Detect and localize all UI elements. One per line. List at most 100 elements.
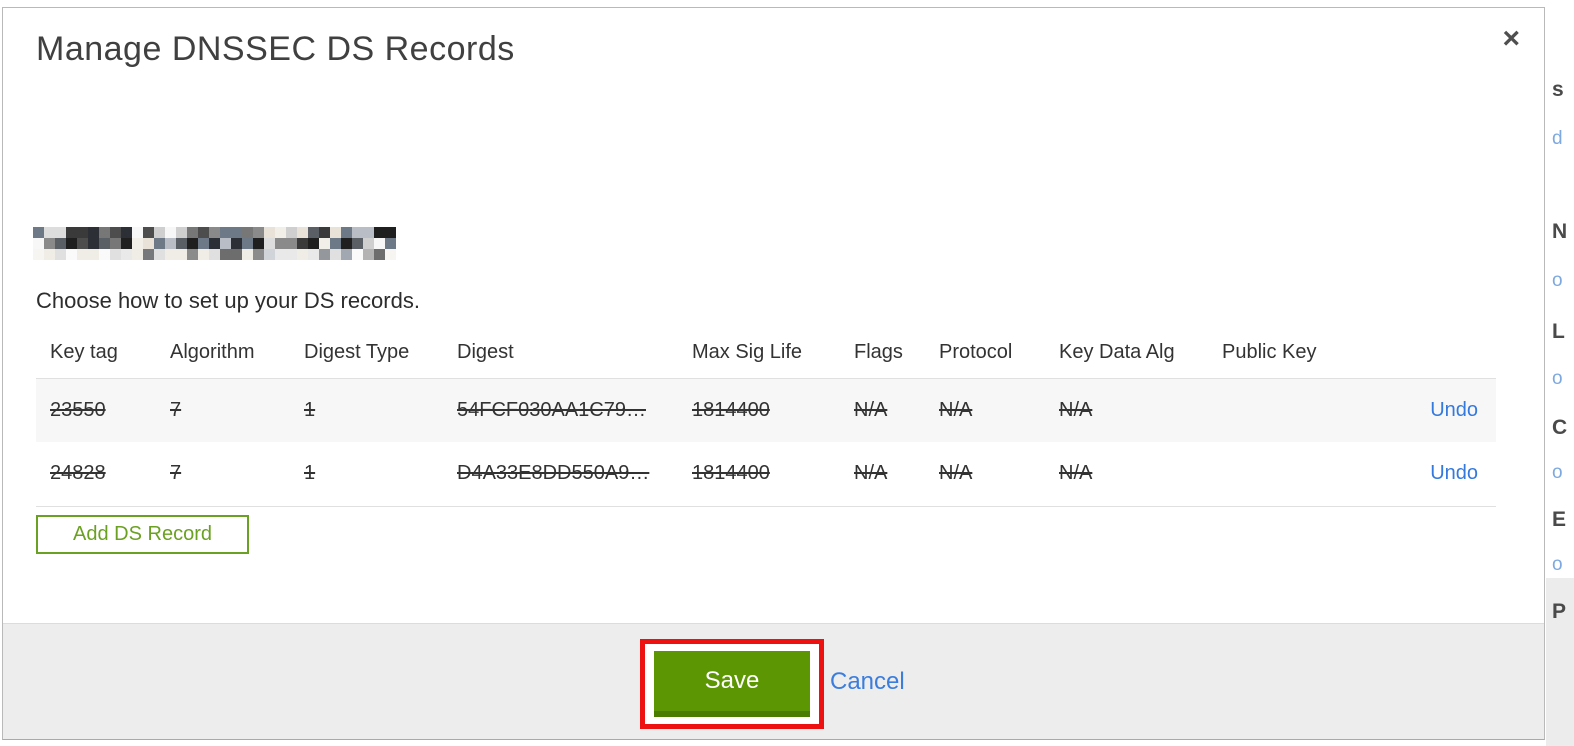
redaction-pixel: [319, 238, 330, 249]
redaction-pixel: [66, 249, 77, 260]
cell-digest: 54FCF030AA1C79…: [443, 378, 678, 442]
redaction-pixel: [352, 249, 363, 260]
redaction-pixel: [341, 238, 352, 249]
cell-protocol: N/A: [925, 378, 1045, 442]
redaction-pixel: [132, 249, 143, 260]
redaction-pixel: [110, 227, 121, 238]
redaction-pixel: [253, 249, 264, 260]
redaction-pixel: [363, 227, 374, 238]
redaction-pixel: [132, 227, 143, 238]
redaction-pixel: [88, 227, 99, 238]
redaction-pixel: [286, 227, 297, 238]
redaction-pixel: [33, 238, 44, 249]
redaction-pixel: [66, 227, 77, 238]
cell-algorithm: 7: [156, 442, 290, 507]
background-text-fragment: o: [1552, 554, 1563, 575]
redaction-pixel: [66, 238, 77, 249]
redaction-pixel: [99, 227, 110, 238]
redaction-pixel: [297, 227, 308, 238]
cell-key-data-alg: N/A: [1045, 442, 1208, 507]
undo-link[interactable]: Undo: [1430, 399, 1478, 421]
redaction-pixel: [165, 238, 176, 249]
cell-flags: N/A: [840, 378, 925, 442]
redaction-pixel: [242, 238, 253, 249]
col-header-algorithm: Algorithm: [156, 328, 290, 379]
col-header-digest-type: Digest Type: [290, 328, 443, 379]
redaction-pixel: [209, 238, 220, 249]
redaction-pixel: [88, 249, 99, 260]
redaction-pixel: [176, 249, 187, 260]
redaction-pixel: [220, 227, 231, 238]
redaction-pixel: [275, 249, 286, 260]
ds-records-table: Key tag Algorithm Digest Type Digest Max…: [36, 328, 1496, 507]
redaction-pixel: [363, 249, 374, 260]
cell-digest-type: 1: [290, 378, 443, 442]
cell-max-sig-life: 1814400: [678, 378, 840, 442]
redaction-pixel: [231, 249, 242, 260]
dialog-title: Manage DNSSEC DS Records: [36, 30, 515, 68]
cancel-link[interactable]: Cancel: [830, 668, 905, 696]
redaction-pixel: [99, 249, 110, 260]
redaction-pixel: [308, 238, 319, 249]
cell-public-key: [1208, 378, 1398, 442]
background-text-fragment: E: [1552, 508, 1567, 531]
redaction-pixel: [99, 238, 110, 249]
redaction-pixel: [33, 249, 44, 260]
redaction-pixel: [77, 249, 88, 260]
close-icon[interactable]: ×: [1502, 24, 1520, 54]
undo-link[interactable]: Undo: [1430, 462, 1478, 484]
redaction-pixel: [110, 238, 121, 249]
redaction-pixel: [264, 227, 275, 238]
redaction-pixel: [330, 238, 341, 249]
background-text-fragment: o: [1552, 270, 1563, 291]
save-button[interactable]: Save: [654, 651, 810, 717]
redaction-pixel: [121, 238, 132, 249]
redaction-pixel: [143, 227, 154, 238]
table-row: 24828 7 1 D4A33E8DD550A9… 1814400 N/A N/…: [36, 442, 1496, 507]
redaction-pixel: [77, 227, 88, 238]
cell-flags: N/A: [840, 442, 925, 507]
redaction-pixel: [176, 238, 187, 249]
redaction-pixel: [198, 238, 209, 249]
redaction-pixel: [44, 249, 55, 260]
redaction-pixel: [330, 227, 341, 238]
instruction-text: Choose how to set up your DS records.: [36, 288, 420, 313]
redaction-pixel: [385, 227, 396, 238]
background-page-strip: s d No Lo Co Eo P: [1546, 0, 1574, 746]
redaction-pixel: [198, 227, 209, 238]
redacted-domain-name: [33, 225, 396, 265]
redaction-pixel: [374, 249, 385, 260]
redaction-pixel: [341, 227, 352, 238]
redaction-pixel: [220, 249, 231, 260]
col-header-max-sig-life: Max Sig Life: [678, 328, 840, 379]
cell-protocol: N/A: [925, 442, 1045, 507]
redaction-pixel: [275, 227, 286, 238]
redaction-pixel: [55, 227, 66, 238]
redaction-pixel: [154, 227, 165, 238]
redaction-pixel: [253, 238, 264, 249]
add-ds-record-button[interactable]: Add DS Record: [36, 515, 249, 554]
redaction-pixel: [385, 249, 396, 260]
background-text-fragment: o: [1552, 462, 1563, 483]
cell-algorithm: 7: [156, 378, 290, 442]
redaction-pixel: [319, 227, 330, 238]
background-text-fragment: o: [1552, 368, 1563, 389]
manage-dnssec-ds-records-dialog: Manage DNSSEC DS Records × Choose how to…: [2, 7, 1545, 740]
col-header-protocol: Protocol: [925, 328, 1045, 379]
redaction-pixel: [330, 249, 341, 260]
redaction-pixel: [55, 238, 66, 249]
redaction-pixel: [121, 249, 132, 260]
cell-digest: D4A33E8DD550A9…: [443, 442, 678, 507]
cell-key-data-alg: N/A: [1045, 378, 1208, 442]
col-header-key-data-alg: Key Data Alg: [1045, 328, 1208, 379]
redaction-pixel: [319, 249, 330, 260]
table-header-row: Key tag Algorithm Digest Type Digest Max…: [36, 328, 1496, 379]
redaction-pixel: [253, 227, 264, 238]
redaction-pixel: [198, 249, 209, 260]
col-header-digest: Digest: [443, 328, 678, 379]
redaction-pixel: [110, 249, 121, 260]
redaction-pixel: [242, 249, 253, 260]
cell-key-tag: 24828: [36, 442, 156, 507]
background-text-fragment: s: [1552, 78, 1564, 101]
redaction-pixel: [88, 238, 99, 249]
